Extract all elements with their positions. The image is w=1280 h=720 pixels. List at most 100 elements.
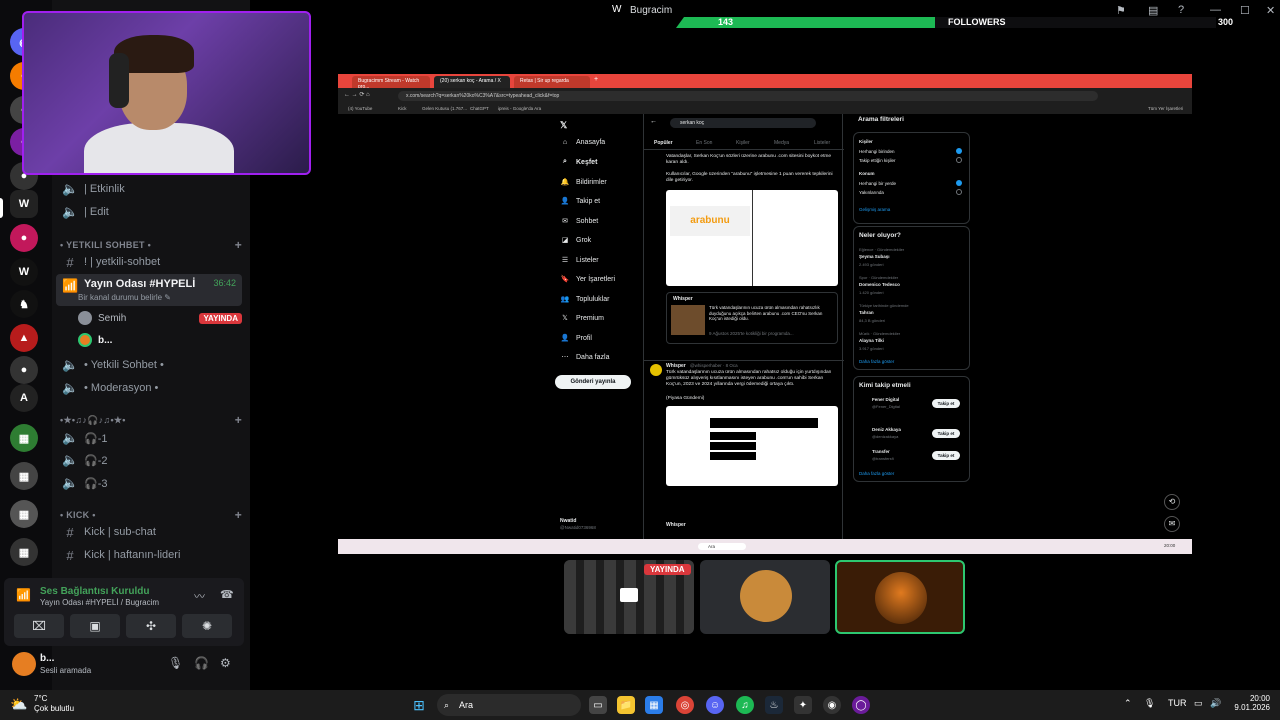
x-search-input[interactable]: serkan koç xyxy=(670,118,816,128)
file-explorer-icon[interactable]: 📁 xyxy=(617,696,635,714)
trend-item[interactable]: Şeyma Subaşı xyxy=(859,254,890,259)
flag-icon[interactable]: ⚑ xyxy=(1116,4,1126,17)
bookmark[interactable]: ChatGPT xyxy=(470,106,489,111)
volume-icon[interactable]: 🔊 xyxy=(1210,698,1221,709)
weather-icon[interactable]: ⛅ xyxy=(10,696,27,713)
radio-unselected[interactable] xyxy=(956,157,962,163)
grok-float-icon[interactable]: ⟲ xyxy=(1164,494,1180,510)
server-icon[interactable]: ♞ xyxy=(10,290,38,318)
server-folder-icon[interactable]: ▦ xyxy=(10,500,38,528)
weather-desc[interactable]: Çok bulutlu xyxy=(34,704,74,713)
taskbar-clock[interactable]: 20:00 9.01.2026 xyxy=(1228,694,1270,712)
radio-selected[interactable] xyxy=(956,180,962,186)
x-nav-home[interactable]: ⌂ Anasayfa xyxy=(560,139,605,146)
voice-channel-edit[interactable]: 🔈 | Edit xyxy=(56,201,242,223)
avatar[interactable] xyxy=(12,652,36,676)
voice-user-b[interactable]: b... xyxy=(78,333,242,347)
tab-popular[interactable]: Popüler xyxy=(654,140,673,146)
advanced-search-link[interactable]: Gelişmiş arama xyxy=(859,207,890,212)
signal-icon[interactable]: 📶 xyxy=(16,588,31,602)
chrome-icon[interactable]: ◎ xyxy=(676,696,694,714)
x-nav-follow[interactable]: 👤 Takip et xyxy=(560,197,600,206)
taskbar-search[interactable]: ⌕ Ara xyxy=(437,694,581,716)
suggestion-name[interactable]: Transfer xyxy=(872,449,890,454)
server-folder-icon[interactable]: ▦ xyxy=(10,538,38,566)
text-channel-kick-haftanin-lideri[interactable]: # Kick | haftanın-lideri xyxy=(56,544,242,566)
discord-icon[interactable]: ☺ xyxy=(706,696,724,714)
tab-people[interactable]: Kişiler xyxy=(736,140,750,146)
app-icon[interactable]: ✦ xyxy=(794,696,812,714)
microphone-icon[interactable]: 🎙 xyxy=(168,656,183,670)
add-channel-icon[interactable]: + xyxy=(235,238,242,252)
weather-temp[interactable]: 7°C xyxy=(34,694,47,703)
post-image-card[interactable]: arabunu xyxy=(666,190,838,286)
follow-button[interactable]: Takip et xyxy=(932,399,960,408)
radio-selected[interactable] xyxy=(956,148,962,154)
participant-tile[interactable] xyxy=(700,560,830,634)
network-icon[interactable]: ▭ xyxy=(1194,698,1203,709)
camera-off-button[interactable]: ⌧ xyxy=(14,614,64,638)
post-author[interactable]: Whisper xyxy=(666,522,686,528)
filter-option[interactable]: Herhangi birinden xyxy=(859,149,895,154)
radio-unselected[interactable] xyxy=(956,189,962,195)
voice-user-semih[interactable]: Semih YAYINDA xyxy=(78,311,242,325)
voice-channel-music-3[interactable]: 🔈 🎧-3 xyxy=(56,472,242,494)
x-nav-grok[interactable]: ◪ Grok xyxy=(560,236,591,245)
server-icon[interactable]: A xyxy=(10,384,38,412)
disconnect-icon[interactable]: ☎ xyxy=(220,588,234,601)
bookmark[interactable]: Tüm Yer İşaretleri xyxy=(1148,106,1183,111)
server-bugracim-icon[interactable]: W xyxy=(10,190,38,218)
messages-float-icon[interactable]: ✉ xyxy=(1164,516,1180,532)
tab-latest[interactable]: En Son xyxy=(696,140,712,146)
category-kick[interactable]: • KICK • + xyxy=(60,508,242,522)
x-nav-profile[interactable]: 👤 Profil xyxy=(560,334,592,343)
x-nav-lists[interactable]: ☰ Listeler xyxy=(560,256,599,265)
filter-option[interactable]: Herhangi bir yerde xyxy=(859,181,896,186)
tray-chevron-icon[interactable]: ⌃ xyxy=(1124,698,1132,709)
add-channel-icon[interactable]: + xyxy=(235,508,242,522)
x-nav-communities[interactable]: 👥 Topluluklar xyxy=(560,295,610,304)
screen-share-button[interactable]: ▣ xyxy=(70,614,120,638)
follow-button[interactable]: Takip et xyxy=(932,451,960,460)
store-icon[interactable]: ▦ xyxy=(645,696,663,714)
trend-item[interactable]: Domenico Tedesco xyxy=(859,282,900,287)
microphone-icon[interactable]: 🎙 xyxy=(1144,698,1155,709)
voice-channel-etkinlik[interactable]: 🔈 | Etkinlik xyxy=(56,178,242,200)
voice-channel-yetkili[interactable]: 🔈 • Yetkili Sohbet • xyxy=(56,354,242,376)
bookmark[interactable]: Gelen Kutusu (1.767... xyxy=(422,106,467,111)
text-channel-yetkili-sohbet[interactable]: #! | yetkili-sohbet xyxy=(56,251,242,273)
server-icon[interactable]: ▲ xyxy=(10,324,38,352)
new-tab-icon[interactable]: + xyxy=(594,76,598,83)
voice-channel-music-1[interactable]: 🔈 🎧-1 xyxy=(56,427,242,449)
add-channel-icon[interactable]: + xyxy=(235,413,242,427)
obs-icon[interactable]: ◉ xyxy=(823,696,841,714)
server-icon[interactable]: W xyxy=(10,258,38,286)
category-yetkili-sohbet[interactable]: • YETKILI SOHBET • + xyxy=(60,238,242,252)
screen-share-stream[interactable]: Bugracimm Stream - Watch pro... (20) ser… xyxy=(338,74,1192,554)
nav-arrows-icon[interactable]: ← → ⟳ ⌂ xyxy=(344,91,370,98)
server-folder-icon[interactable]: ▦ xyxy=(10,424,38,452)
quoted-post[interactable]: Whisper Türk vatandaşlarının ucuza ürün … xyxy=(666,292,838,344)
headphones-icon[interactable]: 🎧 xyxy=(194,656,209,670)
x-post-button[interactable]: Gönderi yayınla xyxy=(555,375,631,389)
category-music[interactable]: •★•♫♪🎧♪♫•★• + xyxy=(60,413,242,427)
maximize-icon[interactable]: ☐ xyxy=(1240,4,1250,17)
trend-item[interactable]: Alayna Tilki xyxy=(859,338,884,343)
voice-channel-path[interactable]: Yayın Odası #HYPELİ / Bugracim xyxy=(40,598,159,607)
bookmark[interactable]: (4) YouTube xyxy=(348,106,372,111)
follow-button[interactable]: Takip et xyxy=(932,429,960,438)
spotify-icon[interactable]: ♫ xyxy=(736,696,754,714)
participant-tile-speaking[interactable] xyxy=(835,560,965,634)
noise-suppression-icon[interactable]: 〰 xyxy=(194,588,205,604)
back-arrow-icon[interactable]: ← xyxy=(650,118,657,125)
show-more-link[interactable]: Daha fazla göster xyxy=(859,359,894,364)
browser-tab[interactable]: Retas | Sir up regarda xyxy=(514,76,590,88)
voice-channel-music-2[interactable]: 🔈 🎧-2 xyxy=(56,449,242,471)
browser-tab[interactable]: Bugracimm Stream - Watch pro... xyxy=(352,76,430,90)
x-nav-premium[interactable]: 𝕏 Premium xyxy=(560,314,604,323)
bookmark[interactable]: ipreis - Google'da Ara xyxy=(498,106,541,111)
help-icon[interactable]: ? xyxy=(1178,4,1184,16)
tab-lists[interactable]: Listeler xyxy=(814,140,830,146)
x-nav-bookmarks[interactable]: 🔖 Yer İşaretleri xyxy=(560,275,615,284)
x-nav-more[interactable]: ⋯ Daha fazla xyxy=(560,353,610,362)
